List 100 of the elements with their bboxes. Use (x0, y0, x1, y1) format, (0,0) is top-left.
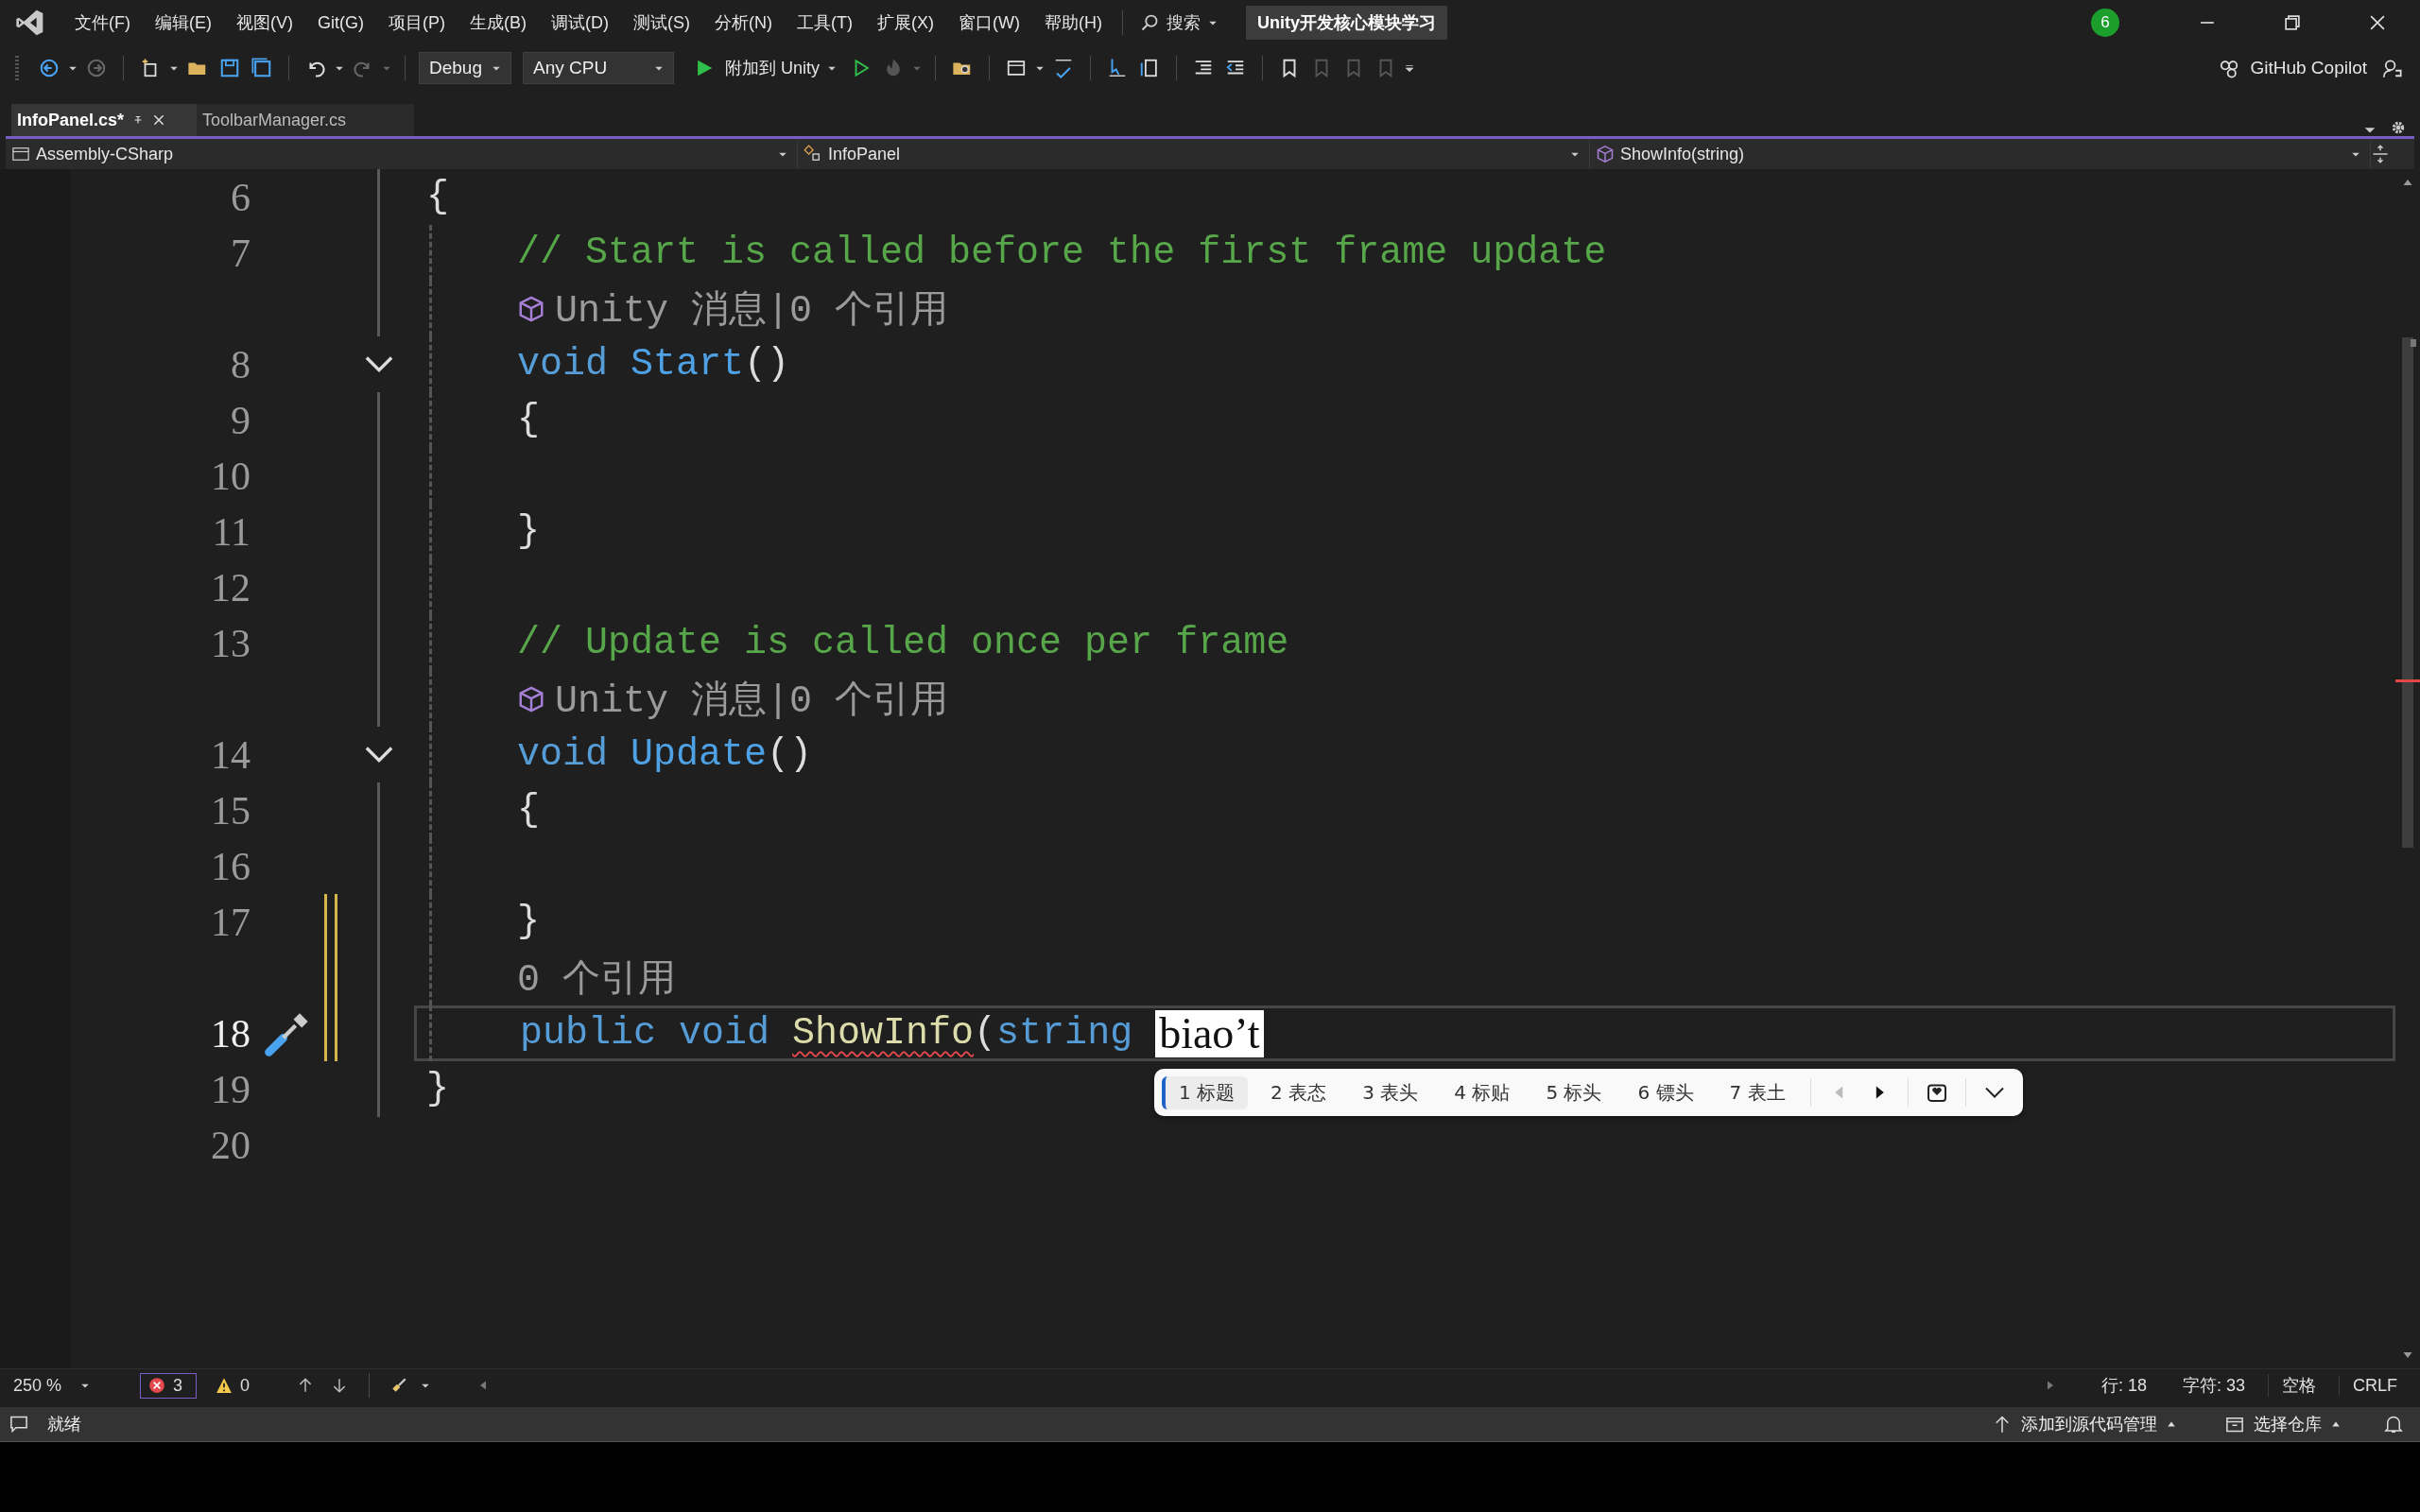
code-text: ( (974, 1012, 997, 1055)
configuration-dropdown[interactable]: Debug (419, 52, 511, 84)
file-tab[interactable]: ToolbarManager.cs (197, 104, 414, 136)
code-comment: // Update is called once per frame (516, 622, 1289, 664)
cursor-icon[interactable] (1107, 58, 1128, 78)
scrollbar-thumb[interactable] (2402, 337, 2413, 848)
copilot-button[interactable]: GitHub Copilot (2210, 58, 2373, 78)
zoom-dropdown[interactable]: 250 % (9, 1375, 113, 1396)
code-text: () (744, 343, 790, 386)
ime-candidate[interactable]: 7 表土 (1712, 1075, 1799, 1109)
copilot-icon (2219, 58, 2240, 78)
code-lens[interactable]: Unity 消息|0 个引用 (555, 673, 949, 725)
code-method: Start (631, 343, 745, 386)
warning-count-button[interactable]: 0 (206, 1374, 256, 1397)
repository-button[interactable]: 选择仓库 (2220, 1412, 2346, 1436)
line-number: 20 (211, 1122, 251, 1168)
spell-check-icon[interactable] (1053, 58, 1074, 78)
code-text: } (516, 901, 541, 943)
code-text: } (426, 1068, 449, 1110)
ime-candidate[interactable]: 6 镖头 (1620, 1075, 1707, 1109)
line-number: 18 (211, 1010, 251, 1057)
close-icon[interactable] (152, 113, 166, 127)
code-lens[interactable]: Unity 消息|0 个引用 (555, 283, 949, 335)
code-text: { (426, 176, 449, 218)
caret-position-marker (2395, 679, 2420, 682)
warning-icon (216, 1377, 233, 1394)
repository-icon (2225, 1415, 2244, 1434)
menu-item[interactable]: 视图(V) (224, 11, 305, 34)
file-tab[interactable]: InfoPanel.cs* (11, 104, 197, 136)
source-control-button[interactable]: 添加到源代码管理 (1987, 1412, 2182, 1436)
line-number: 14 (211, 731, 251, 778)
error-count-button[interactable]: 3 (140, 1372, 197, 1399)
code-keyword: void (516, 733, 610, 776)
document-icon[interactable] (1139, 58, 1160, 78)
menu-item[interactable]: 项目(P) (376, 11, 458, 34)
ime-candidate[interactable]: 4 标贴 (1437, 1075, 1524, 1109)
indent-indicator[interactable]: 空格 (2268, 1374, 2329, 1397)
split-icon[interactable] (2371, 145, 2390, 163)
line-number: 11 (212, 508, 251, 555)
line-number: 15 (211, 787, 251, 833)
code-keyword: public void (519, 1012, 771, 1055)
notification-badge[interactable]: 6 (2091, 9, 2119, 37)
menu-item[interactable]: 帮助(H) (1031, 11, 1115, 34)
forward-icon[interactable] (86, 58, 107, 78)
line-indicator[interactable]: 行: 18 (2087, 1374, 2160, 1397)
window-icon[interactable] (1006, 58, 1027, 78)
code-lens[interactable]: 0 个引用 (517, 952, 676, 1004)
search-icon (1139, 13, 1159, 32)
output-icon[interactable] (9, 1415, 28, 1434)
brush-icon[interactable] (390, 1377, 408, 1394)
menu-item[interactable]: 调试(D) (539, 11, 621, 34)
settings-icon[interactable] (2390, 119, 2407, 136)
menu-item[interactable]: 生成(B) (458, 11, 539, 34)
ime-candidate[interactable]: 5 标头 (1529, 1075, 1616, 1109)
menu-item[interactable]: 测试(S) (621, 11, 702, 34)
menu-item[interactable]: 文件(F) (62, 11, 143, 34)
bell-icon[interactable] (2384, 1415, 2403, 1434)
line-number: 19 (211, 1066, 251, 1112)
column-indicator[interactable]: 字符: 33 (2169, 1374, 2258, 1397)
line-number: 9 (231, 397, 251, 443)
code-keyword: string (996, 1012, 1134, 1055)
caret-icon (2167, 1419, 2176, 1429)
ime-candidate[interactable]: 1 标题 (1162, 1075, 1249, 1109)
menu-item[interactable]: 工具(T) (785, 11, 865, 34)
back-icon[interactable] (39, 58, 60, 78)
save-all-icon[interactable] (251, 58, 272, 78)
line-number: 13 (211, 620, 251, 666)
code-text: { (516, 399, 541, 441)
class-icon (804, 145, 822, 163)
code-text: { (516, 789, 541, 832)
code-method: Update (631, 733, 768, 776)
menu-item[interactable]: Git(G) (305, 12, 376, 33)
menu-item[interactable]: 扩展(X) (864, 11, 946, 34)
collapse-icon[interactable] (364, 745, 393, 765)
line-number: 7 (231, 230, 251, 276)
code-text: () (767, 733, 813, 776)
line-number: 17 (211, 899, 251, 945)
feedback-icon[interactable] (2381, 58, 2402, 78)
ime-candidate[interactable]: 3 表头 (1345, 1075, 1432, 1109)
save-icon[interactable] (219, 58, 240, 78)
ime-candidate[interactable]: 2 表态 (1253, 1075, 1340, 1109)
restore-icon[interactable] (2282, 12, 2303, 33)
solution-title: Unity开发核心模块学习 (1245, 6, 1447, 40)
line-ending-indicator[interactable]: CRLF (2339, 1375, 2411, 1396)
status-message: 就绪 (47, 1414, 81, 1435)
code-error: ShowInfo (792, 1012, 975, 1055)
platform-dropdown[interactable]: Any CPU (523, 52, 674, 84)
line-number: 6 (231, 174, 251, 220)
menu-item[interactable]: 分析(N) (702, 11, 785, 34)
search-button[interactable]: 搜索 (1130, 8, 1227, 38)
line-number: 10 (211, 453, 251, 499)
overflow-icon[interactable] (1405, 63, 1414, 73)
error-marker (2411, 339, 2416, 347)
menu-item[interactable]: 编辑(E) (143, 11, 224, 34)
menu-item[interactable]: 窗口(W) (945, 11, 1032, 34)
collapse-icon[interactable] (364, 354, 393, 374)
code-comment: // Start is called before the first frame update (516, 232, 1607, 274)
run-button[interactable]: 附加到 Unity (685, 57, 842, 79)
line-number: 8 (231, 341, 251, 387)
cube-icon (1596, 145, 1615, 163)
